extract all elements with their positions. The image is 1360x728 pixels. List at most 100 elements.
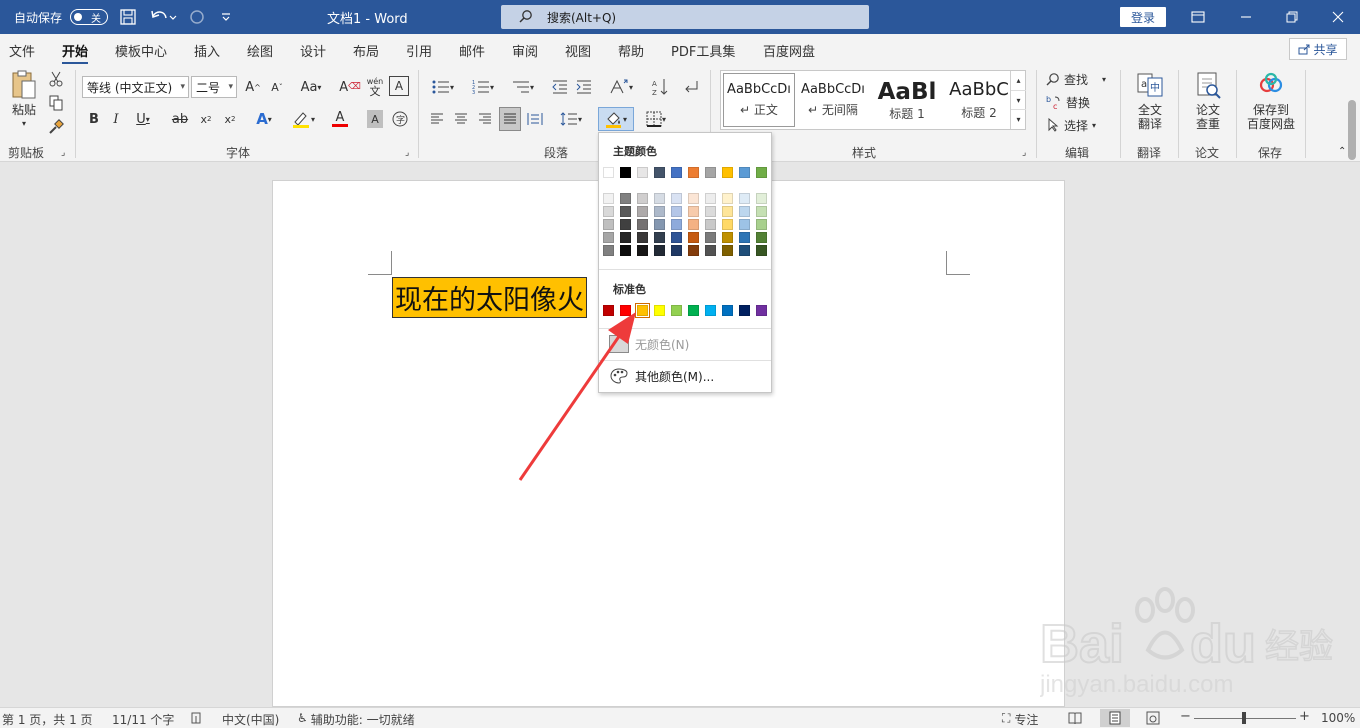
theme-shade-swatch[interactable] [756, 193, 767, 204]
theme-shade-swatch[interactable] [739, 232, 750, 243]
theme-shade-swatch[interactable] [620, 219, 631, 230]
phonetic-guide-icon[interactable]: wén 文 [365, 75, 385, 99]
tab-view[interactable]: 视图 [565, 41, 591, 60]
align-right-icon[interactable] [475, 108, 495, 130]
save-to-baidu-button[interactable]: 保存到 百度网盘 [1242, 70, 1300, 131]
justify-icon[interactable] [499, 107, 521, 131]
style-no-spacing[interactable]: AaBbCcDı ↵ 无间隔 [797, 73, 869, 127]
theme-shade-swatch[interactable] [739, 219, 750, 230]
text-effects-icon[interactable]: A ▾ [250, 108, 278, 130]
subscript-icon[interactable]: x2 [197, 108, 215, 130]
theme-shade-swatch[interactable] [637, 193, 648, 204]
theme-shade-swatch[interactable] [603, 232, 614, 243]
theme-shade-swatch[interactable] [756, 219, 767, 230]
sort-icon[interactable]: AZ [650, 76, 670, 98]
theme-shade-swatch[interactable] [722, 219, 733, 230]
standard-color-swatch[interactable] [722, 305, 733, 316]
collapse-ribbon-icon[interactable]: ⌃ [1338, 146, 1346, 157]
font-size-select[interactable]: 二号 ▾ [191, 76, 237, 98]
theme-shade-swatch[interactable] [603, 245, 614, 256]
close-icon[interactable] [1332, 0, 1344, 34]
theme-shade-swatch[interactable] [654, 232, 665, 243]
redo-icon[interactable] [188, 0, 206, 34]
theme-shade-swatch[interactable] [722, 206, 733, 217]
style-heading-2[interactable]: AaBbC 标题 2 [943, 73, 1015, 127]
page-info[interactable]: 第 1 页，共 1 页 [2, 711, 93, 728]
theme-shade-swatch[interactable] [739, 206, 750, 217]
font-color-icon[interactable]: A [326, 108, 354, 130]
show-formatting-marks-icon[interactable] [681, 76, 701, 98]
italic-icon[interactable]: I [108, 108, 124, 130]
full-text-translate-button[interactable]: a中 全文 翻译 [1128, 70, 1172, 131]
theme-shade-swatch[interactable] [637, 206, 648, 217]
standard-color-swatch[interactable] [705, 305, 716, 316]
tab-mailings[interactable]: 邮件 [459, 41, 485, 60]
clear-formatting-icon[interactable]: A ⌫ [339, 76, 361, 98]
theme-shade-swatch[interactable] [705, 193, 716, 204]
restore-icon[interactable] [1286, 0, 1298, 34]
align-left-icon[interactable] [427, 108, 447, 130]
login-button[interactable]: 登录 [1120, 7, 1166, 27]
focus-mode[interactable]: ⛶ 专注 [1002, 711, 1038, 728]
shrink-font-icon[interactable]: Aˇ [267, 76, 287, 98]
theme-shade-swatch[interactable] [671, 193, 682, 204]
theme-shade-swatch[interactable] [620, 206, 631, 217]
tab-home[interactable]: 开始 [62, 41, 89, 65]
format-painter-icon[interactable] [47, 118, 65, 136]
styles-scroll-up-icon[interactable]: ▴ [1011, 71, 1026, 90]
tab-baidu-netdisk[interactable]: 百度网盘 [763, 41, 815, 60]
standard-color-swatch[interactable] [688, 305, 699, 316]
paste-button[interactable]: 粘贴 ▾ [8, 70, 40, 131]
theme-color-swatch[interactable] [756, 167, 767, 178]
standard-color-swatch[interactable] [756, 305, 767, 316]
tab-design[interactable]: 设计 [300, 41, 326, 60]
styles-launcher-icon[interactable]: ⌟ [1022, 148, 1026, 158]
tab-help[interactable]: 帮助 [618, 41, 644, 60]
theme-shade-swatch[interactable] [620, 193, 631, 204]
change-case-icon[interactable]: Aa ▾ [296, 76, 326, 98]
web-layout-icon[interactable] [1146, 711, 1160, 728]
theme-shade-swatch[interactable] [722, 232, 733, 243]
save-icon[interactable] [119, 0, 137, 34]
theme-color-swatch[interactable] [637, 167, 648, 178]
no-color-item[interactable]: 无颜色(N) [609, 333, 689, 355]
bullets-icon[interactable]: ▾ [427, 76, 459, 98]
numbering-icon[interactable]: 1 2 3 ▾ [467, 76, 499, 98]
distributed-icon[interactable] [525, 108, 545, 130]
share-button[interactable]: 共享 [1289, 38, 1347, 60]
print-layout-icon[interactable] [1100, 709, 1130, 727]
superscript-icon[interactable]: x2 [221, 108, 239, 130]
highlight-color-icon[interactable]: ▾ [287, 108, 319, 130]
standard-color-swatch[interactable] [603, 305, 614, 316]
tab-file[interactable]: 文件 [9, 41, 35, 60]
theme-color-swatch[interactable] [739, 167, 750, 178]
theme-color-swatch[interactable] [688, 167, 699, 178]
undo-icon[interactable] [149, 0, 177, 34]
styles-more-icon[interactable]: ▾ [1011, 109, 1026, 128]
strikethrough-icon[interactable]: ab [170, 108, 190, 130]
enclose-characters-icon[interactable]: 字 [390, 108, 410, 130]
theme-shade-swatch[interactable] [705, 245, 716, 256]
underline-icon[interactable]: U ▾ [131, 108, 155, 130]
theme-shade-swatch[interactable] [705, 219, 716, 230]
cut-icon[interactable] [47, 70, 65, 88]
more-colors-item[interactable]: 其他颜色(M)... [609, 365, 714, 387]
theme-shade-swatch[interactable] [637, 219, 648, 230]
theme-shade-swatch[interactable] [688, 206, 699, 217]
theme-shade-swatch[interactable] [637, 232, 648, 243]
font-launcher-icon[interactable]: ⌟ [405, 148, 409, 158]
zoom-in-icon[interactable]: + [1299, 709, 1310, 724]
tab-references[interactable]: 引用 [406, 41, 432, 60]
theme-shade-swatch[interactable] [654, 219, 665, 230]
clipboard-launcher-icon[interactable]: ⌟ [61, 148, 65, 158]
theme-shade-swatch[interactable] [739, 193, 750, 204]
style-normal[interactable]: AaBbCcDı ↵ 正文 [723, 73, 795, 127]
standard-color-swatch[interactable] [671, 305, 682, 316]
tab-draw[interactable]: 绘图 [247, 41, 273, 60]
theme-shade-swatch[interactable] [722, 193, 733, 204]
shading-button[interactable]: ▾ [598, 107, 634, 131]
standard-color-swatch[interactable] [654, 305, 665, 316]
character-border-icon[interactable]: A [389, 76, 409, 96]
tab-template-center[interactable]: 模板中心 [115, 41, 167, 60]
read-mode-icon[interactable] [1068, 711, 1082, 728]
